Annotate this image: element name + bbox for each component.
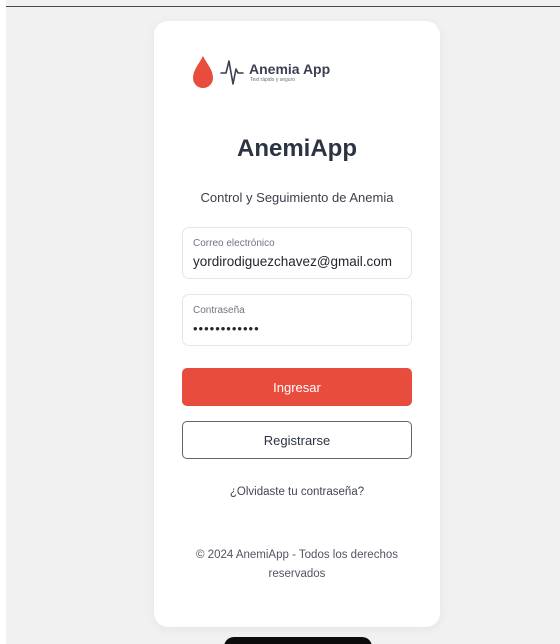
logo-tagline: Test rápido y seguro	[250, 76, 296, 83]
password-input[interactable]: ••••••••••••	[193, 319, 411, 339]
email-field[interactable]: Correo electrónico yordirodiguezchavez@g…	[182, 227, 412, 279]
password-label: Contraseña	[193, 305, 245, 316]
top-border	[6, 6, 560, 7]
heartbeat-pulse-icon	[220, 60, 244, 85]
logo-text: Anemia App Test rápido y seguro	[249, 61, 330, 84]
register-button[interactable]: Registrarse	[182, 421, 412, 459]
email-input[interactable]: yordirodiguezchavez@gmail.com	[193, 252, 411, 272]
app-logo: Anemia App Test rápido y seguro	[190, 51, 350, 93]
page-title: AnemiApp	[237, 135, 357, 162]
page-subtitle: Control y Seguimiento de Anemia	[200, 190, 394, 205]
logo-name: Anemia App	[249, 60, 331, 77]
login-button[interactable]: Ingresar	[182, 368, 412, 406]
forgot-password-link[interactable]: ¿Olvidaste tu contraseña?	[154, 486, 440, 498]
blood-drop-icon	[193, 56, 213, 88]
password-field[interactable]: Contraseña ••••••••••••	[182, 294, 412, 346]
email-label: Correo electrónico	[193, 238, 275, 249]
bottom-bar	[224, 637, 372, 644]
footer-copyright: © 2024 AnemiApp - Todos los derechos res…	[196, 549, 398, 580]
left-edge	[0, 0, 6, 644]
